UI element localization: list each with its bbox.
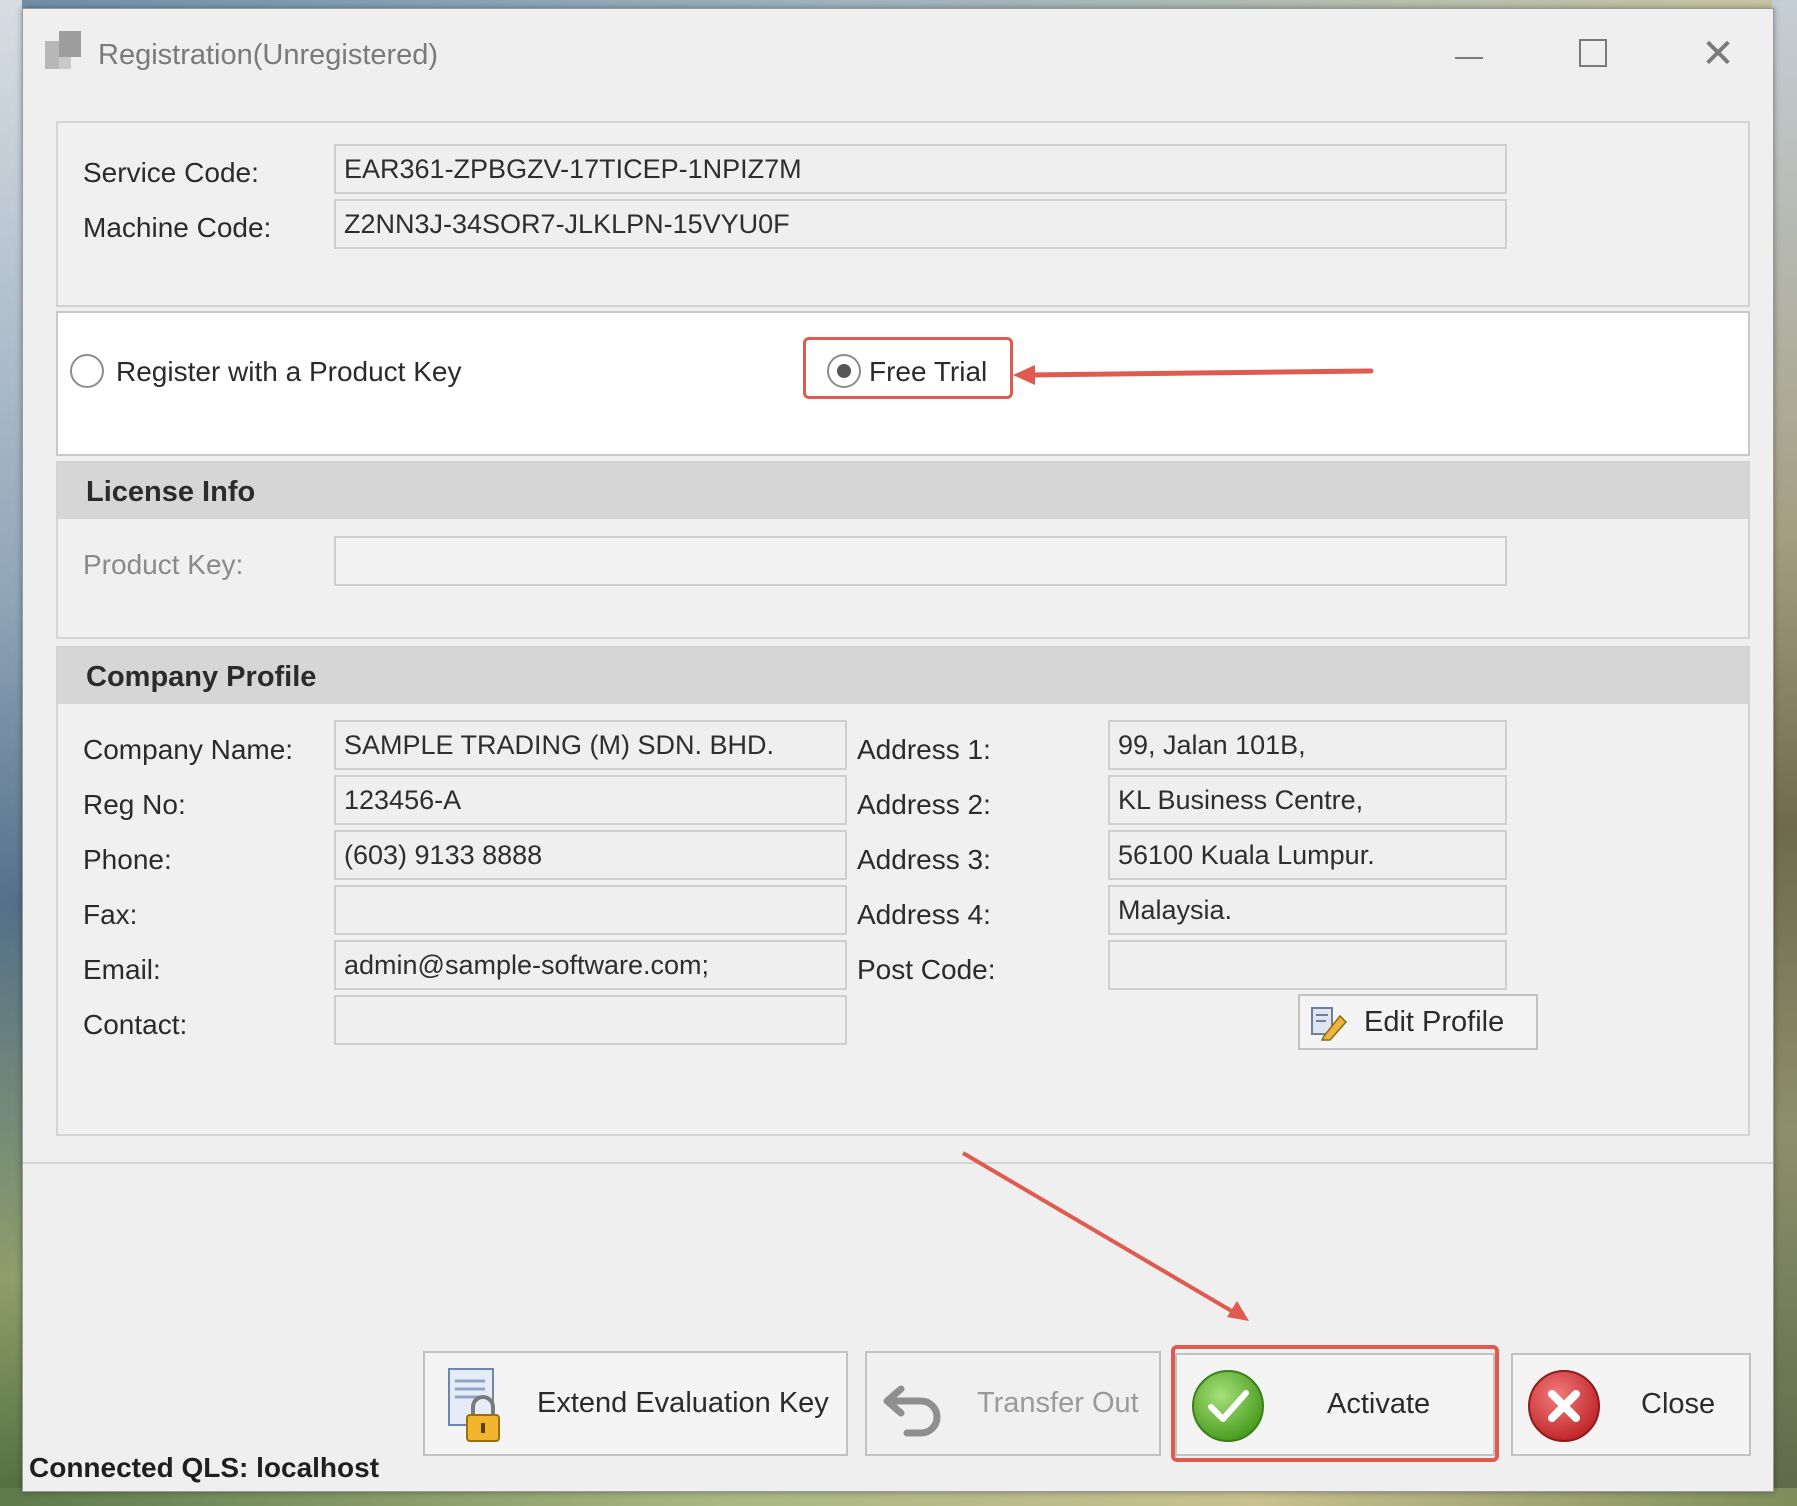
email-field[interactable]: admin@sample-software.com;: [334, 940, 847, 990]
extend-evaluation-key-label: Extend Evaluation Key: [537, 1387, 829, 1419]
company-name-label: Company Name:: [83, 734, 294, 765]
fax-field[interactable]: [334, 885, 847, 935]
license-info-header: License Info: [58, 463, 1748, 519]
address-1-field[interactable]: 99, Jalan 101B,: [1108, 720, 1507, 770]
document-lock-icon: [448, 1368, 500, 1442]
phone-field[interactable]: (603) 9133 8888: [334, 830, 847, 880]
radio-button-free-trial[interactable]: [827, 354, 861, 388]
red-x-icon: [1528, 1370, 1600, 1442]
address-4-field[interactable]: Malaysia.: [1108, 885, 1507, 935]
transfer-out-label: Transfer Out: [977, 1387, 1139, 1419]
edit-profile-button[interactable]: Edit Profile: [1298, 994, 1538, 1050]
radio-label-free-trial: Free Trial: [869, 356, 988, 387]
address-2-field[interactable]: KL Business Centre,: [1108, 775, 1507, 825]
annotation-arrow-activate: [961, 1151, 1237, 1315]
close-icon: ✕: [1701, 32, 1735, 76]
contact-label: Contact:: [83, 1009, 188, 1040]
maximize-icon: [1579, 39, 1607, 67]
extend-evaluation-key-button[interactable]: Extend Evaluation Key: [423, 1351, 848, 1456]
product-key-label: Product Key:: [83, 549, 244, 580]
address-2-label: Address 2:: [857, 789, 991, 820]
reg-no-label: Reg No:: [83, 789, 186, 820]
close-button[interactable]: Close: [1511, 1353, 1751, 1456]
minimize-button[interactable]: [1438, 29, 1498, 79]
license-info-group: License Info Product Key:: [56, 461, 1750, 639]
title-bar[interactable]: Registration(Unregistered) ✕: [23, 9, 1773, 97]
window-close-button[interactable]: ✕: [1688, 29, 1748, 79]
window-title: Registration(Unregistered): [98, 39, 439, 71]
radio-label-product-key: Register with a Product Key: [116, 356, 462, 387]
company-profile-title: Company Profile: [86, 661, 317, 693]
annotation-highlight-activate: [1171, 1345, 1499, 1462]
company-name-field[interactable]: SAMPLE TRADING (M) SDN. BHD.: [334, 720, 847, 770]
registration-dialog: Registration(Unregistered) ✕ Service Cod…: [22, 8, 1774, 1492]
footer-divider: [23, 1162, 1773, 1164]
annotation-arrowhead-activate: [1227, 1301, 1249, 1321]
radio-button-product-key[interactable]: [70, 354, 104, 388]
company-profile-header: Company Profile: [58, 648, 1748, 704]
service-code-label: Service Code:: [83, 157, 259, 188]
maximize-button[interactable]: [1563, 29, 1623, 79]
codes-group: Service Code: EAR361-ZPBGZV-17TICEP-1NPI…: [56, 121, 1750, 307]
minimize-icon: [1455, 57, 1483, 59]
license-info-title: License Info: [86, 476, 256, 508]
address-4-label: Address 4:: [857, 899, 991, 930]
service-code-field[interactable]: EAR361-ZPBGZV-17TICEP-1NPIZ7M: [334, 144, 1507, 194]
machine-code-label: Machine Code:: [83, 212, 272, 243]
desktop-background-left: [0, 0, 22, 1506]
desktop-background-right: [1772, 0, 1797, 1506]
address-1-label: Address 1:: [857, 734, 991, 765]
product-key-field[interactable]: [334, 536, 1507, 586]
post-code-label: Post Code:: [857, 954, 996, 985]
app-icon: [45, 31, 85, 71]
company-profile-group: Company Profile Company Name: SAMPLE TRA…: [56, 646, 1750, 1136]
edit-pencil-icon: [1311, 1007, 1348, 1041]
status-bar-text: Connected QLS: localhost: [29, 1452, 380, 1483]
transfer-out-button[interactable]: Transfer Out: [865, 1351, 1161, 1456]
radio-option-free-trial[interactable]: Free Trial: [827, 351, 997, 391]
machine-code-field[interactable]: Z2NN3J-34SOR7-JLKLPN-15VYU0F: [334, 199, 1507, 249]
radio-selected-dot-icon: [837, 364, 851, 378]
contact-field[interactable]: [334, 995, 847, 1045]
edit-profile-label: Edit Profile: [1364, 1005, 1505, 1038]
close-label: Close: [1641, 1388, 1716, 1420]
email-label: Email:: [83, 954, 161, 985]
fax-label: Fax:: [83, 899, 138, 930]
phone-label: Phone:: [83, 844, 172, 875]
reg-no-field[interactable]: 123456-A: [334, 775, 847, 825]
address-3-field[interactable]: 56100 Kuala Lumpur.: [1108, 830, 1507, 880]
registration-mode-group: Register with a Product Key Free Trial: [56, 311, 1750, 456]
undo-arrow-icon: [883, 1385, 941, 1437]
address-3-label: Address 3:: [857, 844, 991, 875]
post-code-field[interactable]: [1108, 940, 1507, 990]
radio-option-product-key[interactable]: Register with a Product Key: [70, 351, 490, 391]
